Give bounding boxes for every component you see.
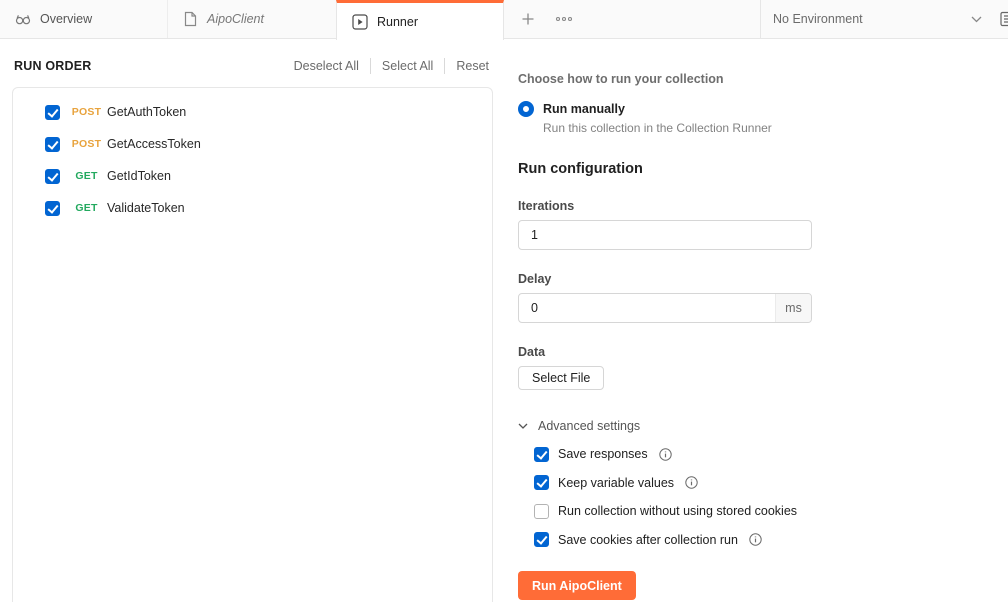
save-responses-checkbox[interactable] — [534, 447, 549, 462]
iterations-label: Iterations — [518, 199, 1008, 213]
play-icon — [352, 14, 368, 30]
list-actions: Deselect All Select All Reset — [283, 58, 491, 74]
iterations-input[interactable] — [519, 221, 811, 249]
delay-label: Delay — [518, 272, 1008, 286]
run-without-cookies-option[interactable]: Run collection without using stored cook… — [534, 504, 1008, 519]
save-cookies-checkbox[interactable] — [534, 532, 549, 547]
environment-quick-look-icon[interactable] — [1000, 11, 1008, 27]
request-name: GetAccessToken — [107, 137, 201, 151]
run-manually-label: Run manually — [543, 102, 625, 116]
app-window: Overview AipoClient Runner — [0, 0, 1008, 602]
advanced-settings-toggle[interactable]: Advanced settings — [518, 419, 1008, 433]
tab-runner-label: Runner — [377, 15, 418, 29]
more-options-icon — [555, 16, 573, 22]
iterations-field — [518, 220, 812, 250]
data-label: Data — [518, 345, 1008, 359]
main-content: RUN ORDER Deselect All Select All Reset … — [0, 39, 1008, 602]
tab-collection[interactable]: AipoClient — [168, 0, 336, 38]
chevron-down-icon[interactable] — [971, 16, 982, 23]
plus-icon — [522, 13, 534, 25]
choose-run-title: Choose how to run your collection — [518, 72, 1008, 86]
tab-overview[interactable]: Overview — [0, 0, 168, 38]
request-row[interactable]: POST GetAuthToken — [13, 96, 492, 128]
run-manually-option[interactable]: Run manually — [518, 101, 1008, 117]
tab-options-button[interactable] — [550, 0, 578, 38]
delay-unit: ms — [775, 294, 811, 322]
tab-overview-label: Overview — [40, 12, 92, 26]
select-file-button[interactable]: Select File — [518, 366, 604, 390]
request-checkbox[interactable] — [45, 105, 60, 120]
request-list: POST GetAuthToken POST GetAccessToken GE… — [12, 87, 493, 602]
overview-icon — [15, 11, 31, 27]
request-name: ValidateToken — [107, 201, 185, 215]
run-configuration-title: Run configuration — [518, 161, 1008, 177]
save-responses-option[interactable]: Save responses — [534, 447, 1008, 462]
request-checkbox[interactable] — [45, 169, 60, 184]
run-order-panel: RUN ORDER Deselect All Select All Reset … — [0, 39, 503, 602]
chevron-down-icon — [518, 423, 528, 429]
info-icon[interactable] — [749, 533, 762, 546]
request-row[interactable]: GET ValidateToken — [13, 192, 492, 224]
option-label: Save responses — [558, 447, 648, 461]
run-collection-button[interactable]: Run AipoClient — [518, 571, 636, 600]
method-badge: GET — [68, 170, 105, 182]
keep-variable-values-option[interactable]: Keep variable values — [534, 475, 1008, 490]
run-config-panel: Choose how to run your collection Run ma… — [503, 39, 1008, 602]
request-checkbox[interactable] — [45, 201, 60, 216]
tab-collection-label: AipoClient — [207, 12, 264, 26]
tab-runner[interactable]: Runner — [336, 0, 504, 40]
method-badge: GET — [68, 202, 105, 214]
info-icon[interactable] — [659, 448, 672, 461]
method-badge: POST — [68, 138, 105, 150]
info-icon[interactable] — [685, 476, 698, 489]
request-checkbox[interactable] — [45, 137, 60, 152]
tab-bar: Overview AipoClient Runner — [0, 0, 1008, 39]
add-tab-button[interactable] — [514, 0, 542, 38]
option-label: Run collection without using stored cook… — [558, 504, 797, 518]
advanced-settings-label: Advanced settings — [538, 419, 640, 433]
method-badge: POST — [68, 106, 105, 118]
option-label: Save cookies after collection run — [558, 533, 738, 547]
keep-variable-values-checkbox[interactable] — [534, 475, 549, 490]
request-row[interactable]: GET GetIdToken — [13, 160, 492, 192]
request-row[interactable]: POST GetAccessToken — [13, 128, 492, 160]
file-icon — [183, 11, 198, 27]
request-name: GetIdToken — [107, 169, 171, 183]
select-all-button[interactable]: Select All — [371, 59, 444, 73]
request-name: GetAuthToken — [107, 105, 186, 119]
run-manually-description: Run this collection in the Collection Ru… — [543, 121, 1008, 135]
option-label: Keep variable values — [558, 476, 674, 490]
delay-input[interactable] — [519, 294, 775, 322]
run-order-header: RUN ORDER Deselect All Select All Reset — [0, 39, 503, 87]
deselect-all-button[interactable]: Deselect All — [283, 59, 370, 73]
reset-button[interactable]: Reset — [445, 59, 491, 73]
save-cookies-option[interactable]: Save cookies after collection run — [534, 532, 1008, 547]
delay-field: ms — [518, 293, 812, 323]
environment-section: No Environment — [760, 0, 1008, 38]
run-manually-radio[interactable] — [518, 101, 534, 117]
environment-selector[interactable]: No Environment — [773, 12, 863, 26]
run-order-title: RUN ORDER — [14, 59, 92, 73]
run-without-cookies-checkbox[interactable] — [534, 504, 549, 519]
